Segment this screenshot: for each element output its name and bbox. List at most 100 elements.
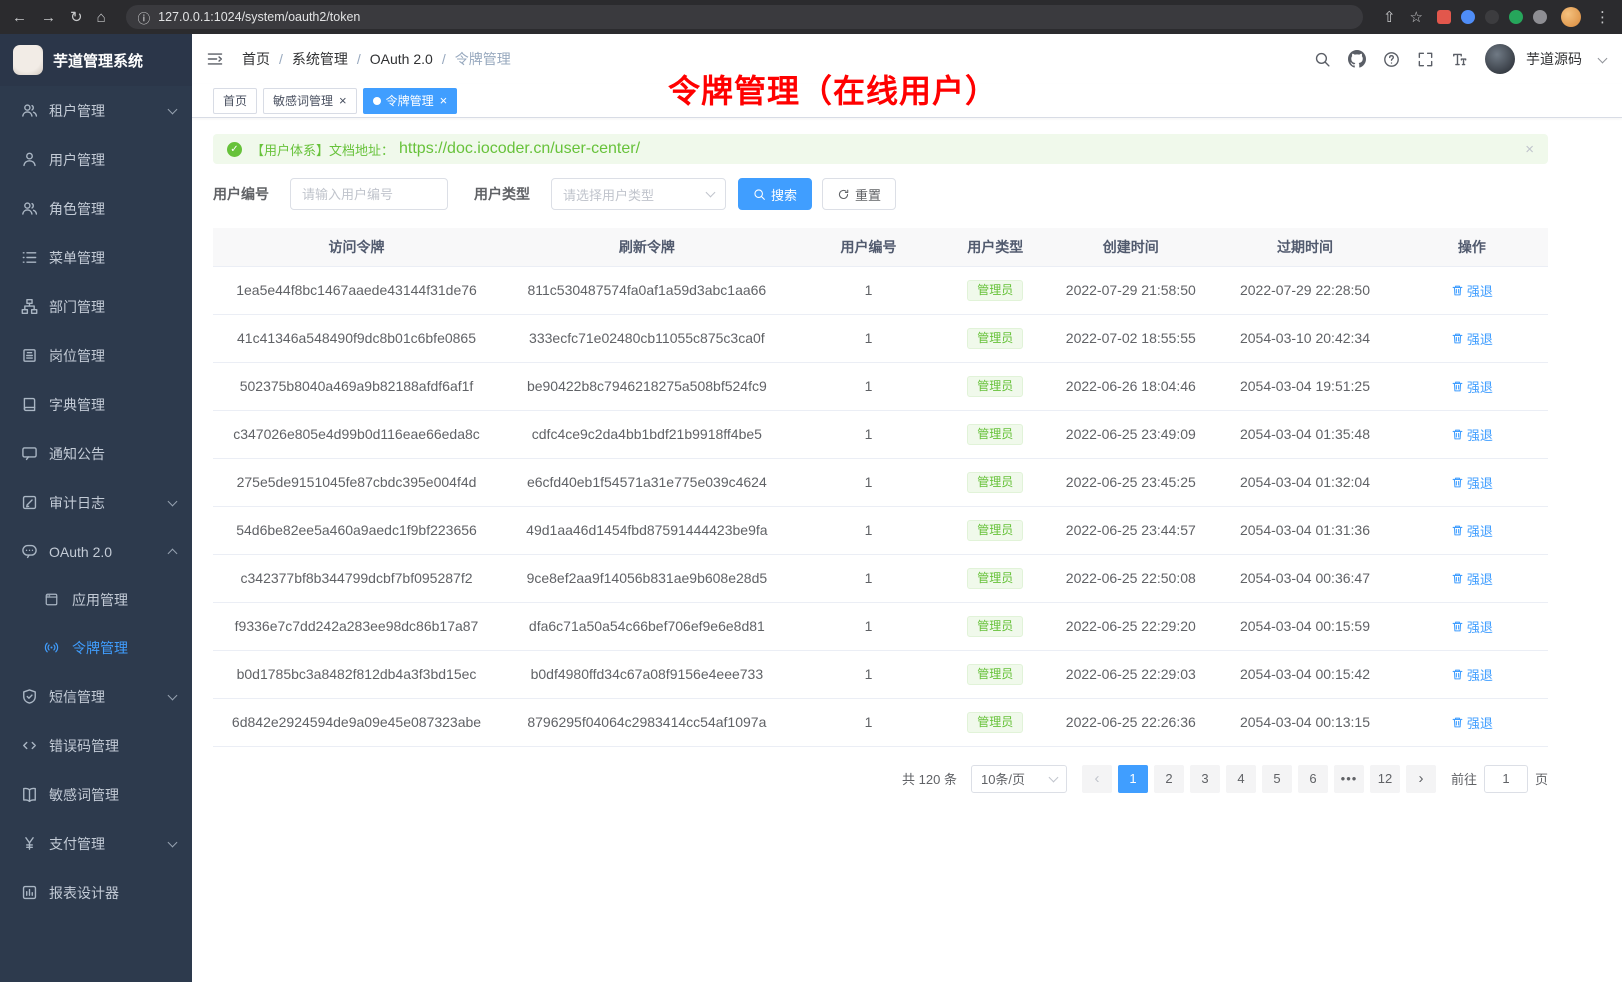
table-header-row: 访问令牌刷新令牌用户编号用户类型创建时间过期时间操作 [213,228,1548,266]
force-logout-button[interactable]: 强退 [1451,521,1493,540]
sidebar-item-sensitive-word[interactable]: 敏感词管理 [0,770,192,819]
sidebar-item-notice[interactable]: 通知公告 [0,429,192,478]
sidebar-toggle-icon[interactable] [206,50,224,68]
sidebar-item-token[interactable]: 令牌管理 [0,624,192,672]
reset-button[interactable]: 重置 [822,178,896,210]
app-icon [44,592,61,609]
user-type-badge: 管理员 [967,712,1023,733]
access-token-cell: 6d842e2924594de9a09e45e087323abe [213,698,500,746]
sidebar-item-post[interactable]: 岗位管理 [0,331,192,380]
page-size-select[interactable]: 10条/页 [971,765,1067,793]
force-logout-button[interactable]: 强退 [1451,473,1493,492]
force-logout-button[interactable]: 强退 [1451,329,1493,348]
close-icon[interactable]: × [339,94,347,107]
tab-token[interactable]: 令牌管理× [363,88,458,114]
breadcrumb-separator: / [442,51,446,67]
created-time-cell: 2022-06-25 22:50:08 [1047,554,1214,602]
jump-page-input[interactable] [1484,765,1528,793]
search-icon[interactable] [1314,51,1331,68]
doc-link[interactable]: https://doc.iocoder.cn/user-center/ [399,140,640,158]
sidebar-item-audit-log[interactable]: 审计日志 [0,478,192,527]
sidebar-item-app[interactable]: 应用管理 [0,576,192,624]
user-id-input[interactable] [290,178,448,210]
page-button-6[interactable]: 6 [1298,765,1328,793]
page-button-3[interactable]: 3 [1190,765,1220,793]
force-logout-button[interactable]: 强退 [1451,617,1493,636]
sidebar-item-role[interactable]: 角色管理 [0,184,192,233]
sidebar-item-oauth2[interactable]: OAuth 2.0 [0,527,192,576]
search-button[interactable]: 搜索 [738,178,812,210]
bookmark-star-icon[interactable]: ☆ [1410,10,1423,25]
extension-icon-3[interactable] [1485,10,1499,24]
close-icon[interactable]: × [440,94,448,107]
extension-icons [1437,10,1547,24]
tab-home[interactable]: 首页 [213,88,257,114]
extension-icon-1[interactable] [1437,10,1451,24]
next-page-button[interactable]: › [1406,765,1436,793]
page-button-5[interactable]: 5 [1262,765,1292,793]
force-logout-button[interactable]: 强退 [1451,569,1493,588]
chevron-down-icon [168,496,178,506]
breadcrumb-item-1[interactable]: 系统管理 [292,49,348,69]
github-icon[interactable] [1348,50,1366,68]
sidebar-item-dept[interactable]: 部门管理 [0,282,192,331]
page-button-1[interactable]: 1 [1118,765,1148,793]
home-icon[interactable]: ⌂ [97,10,106,25]
extension-icon-2[interactable] [1461,10,1475,24]
help-icon[interactable] [1383,51,1400,68]
force-logout-button[interactable]: 强退 [1451,665,1493,684]
alert-close-icon[interactable]: × [1525,142,1534,157]
refresh-token-cell: dfa6c71a50a54c66bef706ef9e6e8d81 [500,602,794,650]
table-body: 1ea5e44f8bc1467aaede43144f31de76811c5304… [213,266,1548,746]
sidebar-item-payment[interactable]: 支付管理 [0,819,192,868]
sidebar-item-user[interactable]: 用户管理 [0,135,192,184]
page-button-12[interactable]: 12 [1370,765,1400,793]
sidebar-item-report[interactable]: 报表设计器 [0,868,192,917]
app-logo-row[interactable]: 芋道管理系统 [0,34,192,86]
force-logout-button[interactable]: 强退 [1451,377,1493,396]
page-button-4[interactable]: 4 [1226,765,1256,793]
user-type-placeholder: 请选择用户类型 [563,185,654,204]
user-type-select[interactable]: 请选择用户类型 [551,178,726,210]
delete-icon [1451,428,1464,441]
page-button-2[interactable]: 2 [1154,765,1184,793]
browser-profile-avatar[interactable] [1561,7,1581,27]
created-time-cell: 2022-07-02 18:55:55 [1047,314,1214,362]
access-token-cell: 1ea5e44f8bc1467aaede43144f31de76 [213,266,500,314]
browser-menu-icon[interactable]: ⋮ [1595,10,1610,25]
sidebar-item-menu[interactable]: 菜单管理 [0,233,192,282]
chevron-down-icon[interactable] [1598,53,1608,63]
user-name[interactable]: 芋道源码 [1526,49,1582,69]
created-time-cell: 2022-06-25 23:49:09 [1047,410,1214,458]
table-header: 访问令牌刷新令牌用户编号用户类型创建时间过期时间操作 [213,228,1548,266]
sidebar: 芋道管理系统 租户管理用户管理角色管理菜单管理部门管理岗位管理字典管理通知公告审… [0,34,192,982]
user-icon [21,151,38,168]
extension-icon-4[interactable] [1509,10,1523,24]
tab-sensitive-word[interactable]: 敏感词管理× [263,88,357,114]
font-size-icon[interactable] [1451,51,1468,68]
user-avatar[interactable] [1485,44,1515,74]
breadcrumb-item-2[interactable]: OAuth 2.0 [370,51,433,67]
delete-icon [1451,572,1464,585]
force-logout-button[interactable]: 强退 [1451,713,1493,732]
navbar-actions: 芋道源码 [1314,44,1606,74]
more-pages-button[interactable]: ••• [1334,765,1364,793]
sidebar-item-error-code[interactable]: 错误码管理 [0,721,192,770]
sidebar-item-tenant[interactable]: 租户管理 [0,86,192,135]
force-logout-button[interactable]: 强退 [1451,281,1493,300]
share-icon[interactable]: ⇧ [1383,10,1396,25]
delete-icon [1451,332,1464,345]
user-id-cell: 1 [794,698,944,746]
reload-icon[interactable]: ↻ [70,10,83,25]
site-info-icon[interactable]: ⓘ [138,8,151,27]
sidebar-item-sms[interactable]: 短信管理 [0,672,192,721]
force-logout-button[interactable]: 强退 [1451,425,1493,444]
forward-icon[interactable]: → [41,10,56,25]
sidebar-item-dict[interactable]: 字典管理 [0,380,192,429]
url-bar[interactable]: ⓘ 127.0.0.1:1024/system/oauth2/token [126,5,1363,29]
fullscreen-icon[interactable] [1417,51,1434,68]
extension-icon-5[interactable] [1533,10,1547,24]
breadcrumb-item-0[interactable]: 首页 [242,49,270,69]
back-icon[interactable]: ← [12,10,27,25]
prev-page-button[interactable]: ‹ [1082,765,1112,793]
